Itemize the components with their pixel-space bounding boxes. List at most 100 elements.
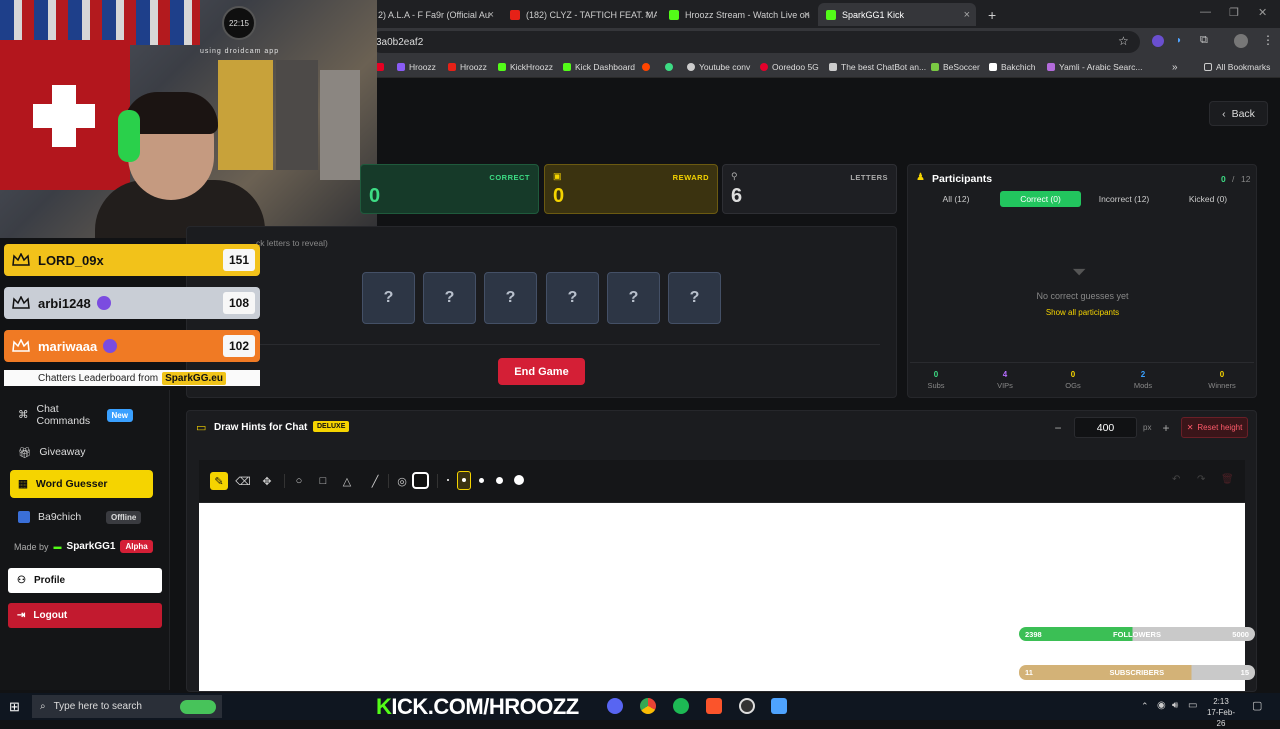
goal-target: 5000 [1232,629,1249,639]
redo-icon[interactable]: ↷ [1197,474,1205,485]
letter-tile[interactable]: ? [607,272,660,324]
logout-button[interactable]: ⇥ Logout [8,603,162,628]
star-icon[interactable]: ☆ [1118,34,1129,48]
menu-icon[interactable]: ⋮ [1262,33,1274,47]
bookmark-item[interactable]: Youtube conv [687,60,750,74]
notification-icon[interactable]: ▢ [1252,699,1262,712]
bookmark-item[interactable] [665,60,677,74]
url-field[interactable]: 3a0b2eaf2 [370,31,1140,53]
volume-icon[interactable]: 🔊︎ [1172,700,1178,711]
crown-icon [12,339,30,352]
taskbar-search[interactable]: ⌕ Type here to search [32,695,222,718]
tab-kicked[interactable]: Kicked (0) [1168,191,1248,207]
spotify-icon[interactable] [673,698,689,714]
letter-tile[interactable]: ? [362,272,415,324]
bookmark-item[interactable]: Hroozz [448,60,487,74]
circle-icon[interactable]: ○ [290,472,308,490]
decrease-height-button[interactable]: − [1049,419,1067,437]
obs-icon[interactable] [739,698,755,714]
tray-arrow-icon[interactable]: ⌃ [1141,701,1149,712]
close-icon[interactable]: × [804,9,810,21]
browser-tab[interactable]: 2) A.L.A - F Fa9r (Official Au × [370,3,500,26]
bookmark-item[interactable]: Hroozz [397,60,436,74]
drawing-canvas[interactable] [199,503,1245,691]
undo-icon[interactable]: ↶ [1172,474,1180,485]
show-all-link[interactable]: Show all participants [1000,308,1165,317]
all-bookmarks[interactable]: All Bookmarks [1204,60,1270,74]
extension-icon[interactable]: ◗ [1176,35,1182,46]
pencil-icon[interactable]: ✎ [210,472,228,490]
stat-label: Winners [1208,381,1236,390]
swiss-flag [0,40,130,190]
bookmark-item[interactable]: Kick Dashboard [563,60,635,74]
letter-tile[interactable]: ? [484,272,537,324]
sidebar-item-word-guesser[interactable]: ▦ Word Guesser [10,470,153,498]
brush-size-1[interactable] [447,479,449,481]
brush-size-3[interactable] [479,478,484,483]
letter-tile[interactable]: ? [423,272,476,324]
minimize-icon[interactable]: — [1200,6,1211,18]
reset-height-button[interactable]: ✕ Reset height [1181,417,1248,438]
sidebar-item-label: Ba9chich [38,511,82,523]
bookmark-item[interactable]: Ooredoo 5G [760,60,819,74]
sidebar-item-ba9chich[interactable]: Ba9chich Offline [10,503,153,531]
line-icon[interactable]: ╱ [366,472,384,490]
bookmark-item[interactable]: The best ChatBot an... [829,60,926,74]
close-icon[interactable]: × [964,9,970,21]
square-icon[interactable]: □ [314,472,332,490]
app-icon[interactable] [771,698,787,714]
discord-icon[interactable] [607,698,623,714]
close-icon[interactable]: × [645,9,651,21]
bookmark-item[interactable] [376,60,388,74]
chatbot-icon [829,63,837,71]
close-icon[interactable]: × [488,9,494,21]
browser-tab-active[interactable]: SparkGG1 Kick × [818,3,976,26]
goal-label: FOLLOWERS [1113,629,1161,639]
height-input[interactable]: 400 [1074,417,1137,438]
triangle-icon[interactable]: △ [338,472,356,490]
close-window-icon[interactable]: ✕ [1258,6,1267,19]
browser-tab[interactable]: (182) CLYZ - TAFTICH FEAT. MA × [502,3,657,26]
color-swatch[interactable] [412,472,429,489]
brush-size-4[interactable] [496,477,503,484]
windows-start-icon[interactable]: ⊞ [9,699,20,715]
move-icon[interactable]: ✥ [258,472,276,490]
new-tab-button[interactable]: + [980,3,1000,26]
puzzle-icon[interactable]: ⧉ [1200,34,1208,47]
gift-icon: ▣ [553,171,562,181]
leaderboard-score: 151 [223,249,255,271]
bookmarks-overflow-icon[interactable]: » [1172,60,1178,74]
letter-tile[interactable]: ? [546,272,599,324]
end-game-button[interactable]: End Game [498,358,585,385]
brave-icon[interactable] [706,698,722,714]
chrome-icon[interactable] [640,698,656,714]
browser-tab[interactable]: Hroozz Stream - Watch Live on × [661,3,816,26]
bookmark-item[interactable]: KickHroozz [498,60,553,74]
bookmark-item[interactable]: Yamli - Arabic Searc... [1047,60,1142,74]
avatar[interactable] [1234,34,1248,48]
card-label: CORRECT [489,173,530,182]
palette-icon[interactable]: ◎ [393,472,411,490]
increase-height-button[interactable]: + [1157,419,1175,437]
bookmark-item[interactable] [642,60,654,74]
network-icon[interactable]: ▭ [1188,700,1197,711]
bookmark-item[interactable]: BeSoccer [931,60,980,74]
tab-incorrect[interactable]: Incorrect (12) [1084,191,1164,207]
trash-icon[interactable]: 🗑 [1221,474,1234,485]
maximize-icon[interactable]: ❐ [1229,6,1239,19]
bookmark-label: All Bookmarks [1216,62,1271,72]
letter-tile[interactable]: ? [668,272,721,324]
subscribers-goal-bar: 11 SUBSCRIBERS 15 [1019,665,1255,680]
tray-icon[interactable]: ◉ [1157,700,1166,711]
back-button[interactable]: ‹ Back [1209,101,1268,126]
tab-all[interactable]: All (12) [916,191,996,207]
taskbar-clock[interactable]: 2:13 17-Feb-26 [1203,696,1239,729]
bookmark-item[interactable]: Bakchich [989,60,1036,74]
brush-size-5[interactable] [514,475,524,485]
profile-button[interactable]: ⚇ Profile [8,568,162,593]
eraser-icon[interactable]: ⌫ [234,472,252,490]
sidebar-item-giveaway[interactable]: 🎁︎ Giveaway [10,438,153,466]
extension-icon[interactable] [1152,35,1164,47]
sidebar-item-chat-commands[interactable]: ⌘ Chat Commands New [10,400,153,430]
tab-correct[interactable]: Correct (0) [1000,191,1081,207]
